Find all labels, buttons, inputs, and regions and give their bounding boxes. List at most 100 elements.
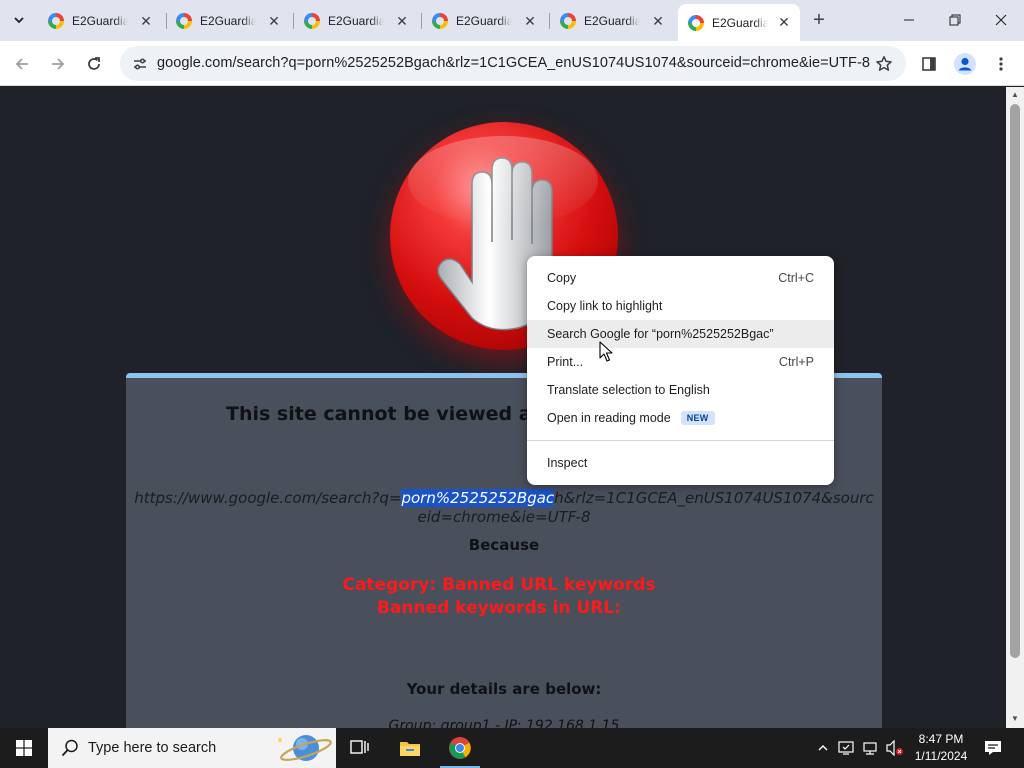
network-icon [863,742,877,755]
forward-button[interactable] [43,49,73,79]
profile-button[interactable] [950,49,980,79]
restore-icon [949,14,961,26]
group-ip-text: Group: group1 - IP: 192.168.1.15 [388,718,620,728]
close-icon [995,14,1007,26]
address-bar[interactable]: google.com/search?q=porn%2525252Bgach&rl… [120,46,906,81]
menu-item-shortcut: Ctrl+P [778,355,814,369]
chrome-icon [449,737,471,759]
reason-category: Category: Banned URL keywords [342,575,656,595]
browser-tab-2[interactable]: E2Guardian ✕ [166,6,290,35]
tab-search-button[interactable] [6,8,32,32]
arrow-right-icon [52,58,65,70]
google-favicon-icon [688,14,704,31]
block-reason: Category: Banned URL keywords Banned key… [126,574,872,620]
tray-security-icon[interactable] [836,728,856,768]
menu-item-label: Open in reading mode [547,411,671,425]
star-icon [876,56,892,71]
reason-detail: Banned keywords in URL: [376,598,622,618]
browser-tab-1[interactable]: E2Guardian ✕ [38,6,162,35]
tab-strip: E2Guardian ✕ E2Guardian ✕ E2Guardian ✕ E… [0,0,1024,41]
menu-item-print[interactable]: Print... Ctrl+P [527,348,834,376]
menu-item-copy[interactable]: Copy Ctrl+C [527,264,834,292]
blocked-url: https://www.google.com/search?q=porn%252… [130,489,878,527]
new-tab-button[interactable]: + [806,8,832,34]
browser-tab-3[interactable]: E2Guardian ✕ [294,6,418,35]
browser-tab-5[interactable]: E2Guardian ✕ [550,6,674,35]
menu-item-label: Search Google for “porn%2525252Bgac” [547,327,774,341]
search-highlight-planet-icon [278,735,332,761]
google-favicon-icon [432,12,448,29]
close-icon[interactable]: ✕ [776,14,792,30]
mouse-cursor-icon [599,341,613,362]
back-button[interactable] [7,49,37,79]
side-panel-icon [922,57,936,71]
tray-network-icon[interactable] [860,728,880,768]
task-view-button[interactable] [336,728,384,768]
google-favicon-icon [560,12,576,29]
file-explorer-button[interactable] [386,728,434,768]
tab-title: E2Guardian [328,13,384,28]
vertical-scrollbar[interactable]: ▲ ▼ [1006,87,1024,728]
scroll-down-icon[interactable]: ▼ [1010,714,1020,724]
menu-item-label: Copy [547,271,577,285]
because-label: Because [468,536,540,554]
scroll-up-icon[interactable]: ▲ [1010,90,1020,100]
restore-button[interactable] [932,0,978,40]
menu-item-label: Print... [547,355,584,369]
close-icon[interactable]: ✕ [522,13,538,29]
menu-item-label: Copy link to highlight [547,299,663,313]
menu-item-reading-mode[interactable]: Open in reading mode NEW [527,404,834,432]
menu-item-label: Translate selection to English [547,383,710,397]
tab-title: E2Guardian [584,13,640,28]
scrollbar-thumb[interactable] [1010,104,1020,658]
taskbar-search-box[interactable]: Type here to search [48,728,336,768]
menu-button[interactable] [986,49,1016,79]
new-badge: NEW [680,411,715,425]
close-icon[interactable]: ✕ [138,13,154,29]
site-info-button[interactable] [128,52,152,76]
browser-tab-4[interactable]: E2Guardian ✕ [422,6,546,35]
close-icon[interactable]: ✕ [394,13,410,29]
browser-tab-6-active[interactable]: E2Guardian ✕ [678,4,800,41]
windows-taskbar: Type here to search 8:47 PM 1/11/2024 [0,728,1024,768]
notification-icon [985,741,1001,755]
context-menu: Copy Ctrl+C Copy link to highlight Searc… [527,256,834,485]
arrow-left-icon [15,58,28,70]
clock-date: 1/11/2024 [914,749,968,763]
selected-text[interactable]: porn%2525252Bgac [401,489,555,507]
menu-item-shortcut: Ctrl+C [778,271,814,285]
close-icon[interactable]: ✕ [266,13,282,29]
reload-button[interactable] [79,49,109,79]
close-icon[interactable]: ✕ [650,13,666,29]
menu-item-search-google[interactable]: Search Google for “porn%2525252Bgac” [527,320,834,348]
tab-title: E2Guardian [200,13,256,28]
search-placeholder: Type here to search [88,740,217,756]
url-text: google.com/search?q=porn%2525252Bgach&rl… [157,55,870,71]
close-window-button[interactable] [978,0,1024,40]
kebab-menu-icon [999,57,1003,71]
page-content: This site cannot be viewed at this https… [0,87,1006,728]
menu-divider [527,440,834,441]
show-hidden-icons-button[interactable] [813,728,833,768]
clock-time: 8:47 PM [918,732,964,746]
action-center-button[interactable] [980,728,1006,768]
windows-logo-icon [16,740,32,756]
tab-title: E2Guardian [456,13,512,28]
side-panel-button[interactable] [914,49,944,79]
chevron-down-icon [14,17,24,24]
browser-toolbar: google.com/search?q=porn%2525252Bgach&rl… [0,41,1024,86]
tray-volume-icon[interactable] [884,728,906,768]
menu-item-translate[interactable]: Translate selection to English [527,376,834,404]
google-favicon-icon [48,12,64,29]
task-view-icon [350,740,369,754]
google-favicon-icon [176,12,192,29]
reload-icon [88,57,100,70]
menu-item-inspect[interactable]: Inspect [527,449,834,477]
chrome-taskbar-button[interactable] [436,728,484,768]
system-clock[interactable]: 8:47 PM 1/11/2024 [910,731,972,765]
minimize-button[interactable] [886,0,932,40]
menu-item-label: Inspect [547,456,588,470]
start-button[interactable] [0,728,48,768]
bookmark-button[interactable] [872,52,896,76]
menu-item-copy-link-to-highlight[interactable]: Copy link to highlight [527,292,834,320]
